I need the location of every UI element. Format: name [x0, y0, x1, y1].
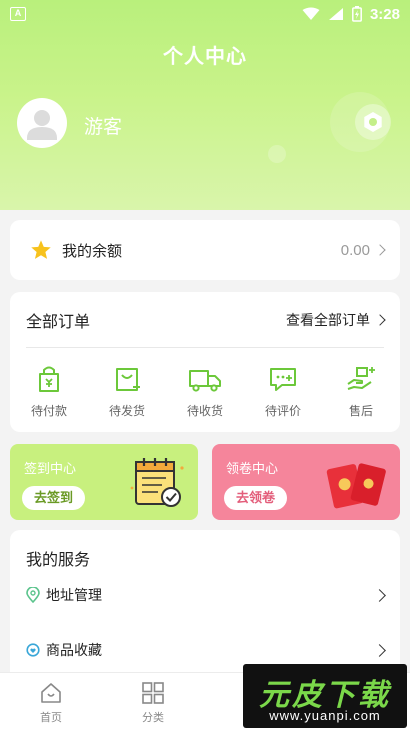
service-favorites[interactable]: 商品收藏 [26, 635, 386, 665]
calendar-check-icon [130, 458, 184, 507]
orders-title: 全部订单 [26, 314, 91, 331]
order-status-label: 待付款 [30, 404, 67, 418]
truck-icon [189, 370, 221, 392]
service-label: 地址管理 [46, 587, 102, 603]
order-status-pending-shipment[interactable]: 待发货 [97, 364, 157, 419]
coupon-center-title: 领卷中心 [226, 461, 279, 476]
order-status-pending-receipt[interactable]: 待收货 [175, 364, 235, 419]
view-all-orders-link[interactable]: 查看全部订单 [286, 310, 386, 330]
status-time: 3:28 [369, 5, 400, 23]
chevron-right-icon [374, 244, 386, 256]
bag-ship-icon [116, 368, 140, 391]
chevron-right-icon [373, 643, 386, 657]
after-sale-icon [347, 367, 375, 390]
services-title: 我的服务 [26, 552, 91, 569]
order-status-label: 售后 [348, 404, 373, 418]
watermark-logo: 元皮下载 www.yuanpi.com [243, 664, 407, 728]
service-address-management[interactable]: 地址管理 [26, 580, 386, 610]
home-icon [41, 683, 61, 703]
page-title: 个人中心 [163, 46, 247, 68]
red-envelope-icon [326, 463, 386, 509]
order-status-pending-review[interactable]: 待评价 [253, 364, 313, 419]
order-status-pending-payment[interactable]: 待付款 [19, 364, 79, 419]
service-label: 商品收藏 [46, 642, 102, 658]
order-status-label: 待发货 [108, 404, 145, 418]
profile-header: 个人中心 游客 [0, 0, 410, 210]
order-status-label: 待评价 [264, 404, 301, 418]
sign-in-center-card[interactable]: 签到中心 去签到 [10, 444, 198, 520]
chevron-right-icon [374, 314, 386, 326]
signal-icon [328, 8, 343, 20]
location-icon [26, 587, 40, 603]
tab-category[interactable]: 分类 [102, 673, 204, 730]
star-icon [31, 240, 51, 259]
balance-row[interactable]: 我的余额 0.00 [10, 220, 400, 280]
chevron-right-icon [373, 588, 386, 602]
order-status-after-sale[interactable]: 售后 [331, 364, 391, 419]
tab-home[interactable]: 首页 [0, 673, 102, 730]
wifi-icon [302, 7, 320, 20]
avatar[interactable] [17, 98, 67, 148]
sign-in-button[interactable]: 去签到 [22, 486, 86, 510]
username[interactable]: 游客 [84, 112, 122, 139]
battery-icon [352, 6, 362, 22]
decor-bubble [268, 145, 286, 163]
orders-card: 全部订单 查看全部订单 待付款 待发货 待收货 待评价 售后 [10, 292, 400, 432]
balance-value: 0.00 [340, 241, 370, 259]
gear-icon [364, 112, 382, 132]
comment-icon [270, 368, 296, 391]
sign-in-center-title: 签到中心 [24, 461, 77, 476]
tab-label: 首页 [40, 712, 62, 724]
divider [26, 347, 384, 348]
bag-payment-icon [39, 366, 59, 392]
coupon-center-card[interactable]: 领卷中心 去领卷 [212, 444, 400, 520]
view-all-orders-label: 查看全部订单 [286, 312, 370, 328]
coupon-button[interactable]: 去领卷 [224, 486, 288, 510]
favorite-icon [26, 643, 40, 657]
category-grid-icon [142, 682, 164, 704]
order-status-label: 待收货 [186, 404, 223, 418]
balance-label: 我的余额 [62, 242, 123, 260]
watermark-url: www.yuanpi.com [269, 708, 381, 723]
app-indicator-icon: A [10, 7, 26, 21]
settings-button[interactable] [355, 104, 391, 140]
status-bar: A 3:28 [0, 0, 410, 28]
user-avatar-icon [27, 110, 57, 140]
tab-label: 分类 [142, 712, 164, 724]
